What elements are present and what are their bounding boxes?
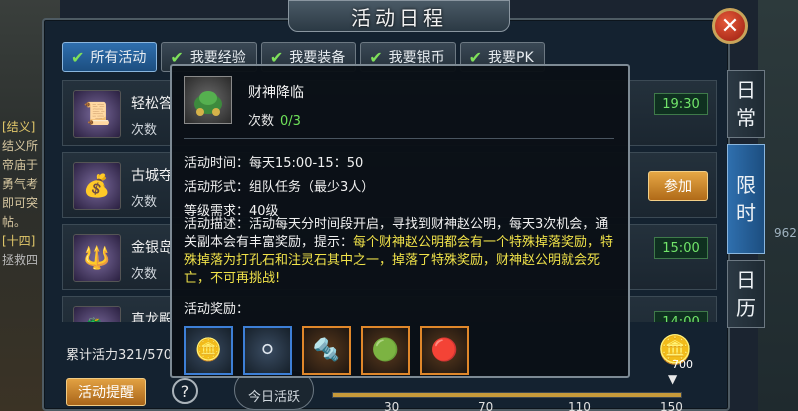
side-tab-label: 日 历 xyxy=(736,268,756,320)
reward-value: 700 xyxy=(672,358,693,371)
milestone-label: 110 xyxy=(568,400,591,411)
activity-tooltip: 财神降临 次数 0/3 活动时间：每天15:00-15：50 活动形式：组队任务（… xyxy=(170,64,630,378)
join-button[interactable]: 参加 xyxy=(648,171,708,201)
activity-time: 14:00 xyxy=(654,311,708,322)
red-orb-icon[interactable]: 🔴 xyxy=(420,326,469,375)
edge-number: 962 xyxy=(774,226,797,240)
tooltip-rewards-label: 活动奖励： xyxy=(184,302,250,317)
chat-line: 拯救四 xyxy=(2,253,39,267)
activity-name: 古城夺 xyxy=(131,168,173,184)
quiz-icon: 📜 xyxy=(73,90,121,138)
silver-coin-icon[interactable]: ⚪ xyxy=(243,326,292,375)
tooltip-form: 活动形式：组队任务（最少3人） xyxy=(184,180,375,195)
side-tab-calendar[interactable]: 日 历 xyxy=(727,260,765,328)
tooltip-count: 次数 0/3 xyxy=(248,110,301,129)
chevron-down-icon: ▼ xyxy=(668,372,678,386)
coin-stack-icon[interactable]: 🪙 xyxy=(184,326,233,375)
milestone-label: 30 xyxy=(384,400,400,411)
chat-log: [结义] 结义所 帝庙于 勇气考 即可突 帖。 [十四] 拯救四 xyxy=(2,118,42,270)
milestone-label: 150 xyxy=(660,400,683,411)
window-title-text: 活动日程 xyxy=(351,5,447,30)
milestone-label: 70 xyxy=(478,400,494,411)
chat-line: [结义] xyxy=(2,120,36,134)
window-title: 活动日程 xyxy=(288,0,510,32)
vitality-progress-fill xyxy=(333,393,681,397)
chat-line: 即可突 xyxy=(2,196,39,210)
activity-name: 金银岛 xyxy=(131,240,173,256)
jade-orb-icon[interactable]: 🟢 xyxy=(361,326,410,375)
chat-line: 帝庙于 xyxy=(2,158,39,172)
reward-items: 🪙 ⚪ 🔩 🟢 🔴 xyxy=(184,326,469,375)
side-tab-limited[interactable]: 限 时 xyxy=(727,144,765,254)
close-button[interactable]: ✕ xyxy=(712,8,748,44)
jade-sack-icon xyxy=(184,76,232,124)
vitality-progress-bar xyxy=(332,392,682,398)
tooltip-title: 财神降临 xyxy=(248,85,304,101)
activity-name: 轻松答 xyxy=(131,96,173,112)
activity-count: 次数 xyxy=(131,195,158,210)
dragon-icon: 🐉 xyxy=(73,306,121,322)
chat-line: 帖。 xyxy=(2,215,27,229)
activity-count: 次数 xyxy=(131,267,158,282)
tab-all-activities[interactable]: ✔ 所有活动 xyxy=(62,42,158,72)
tooltip-count-label: 次数 xyxy=(248,114,275,129)
jade-sack-icon: 💰 xyxy=(73,162,121,210)
side-tabs: 日 常 限 时 日 历 xyxy=(727,70,765,334)
activity-count: 次数 xyxy=(131,123,158,138)
activity-name: 真龙殿 xyxy=(131,312,173,322)
chat-line: 勇气考 xyxy=(2,177,39,191)
drill-stone-icon[interactable]: 🔩 xyxy=(302,326,351,375)
close-icon: ✕ xyxy=(720,13,740,39)
tab-label: 所有活动 xyxy=(90,50,147,66)
check-icon: ✔ xyxy=(71,47,85,67)
divider xyxy=(184,138,614,139)
side-tab-label: 日 常 xyxy=(736,78,756,130)
activity-time: 19:30 xyxy=(654,93,708,115)
tooltip-count-value: 0/3 xyxy=(280,114,301,129)
side-tab-daily[interactable]: 日 常 xyxy=(727,70,765,138)
activity-reminder-button[interactable]: 活动提醒 xyxy=(66,378,146,406)
help-button[interactable]: ? xyxy=(172,378,198,404)
tooltip-description: 活动描述：活动每天分时间段开启，寻找到财神赵公明，每天3次机会，通关副本会有丰富… xyxy=(184,216,614,288)
scepter-icon: 🔱 xyxy=(73,234,121,282)
vitality-total: 累计活力321/570 xyxy=(66,348,173,363)
jade-sack-svg xyxy=(194,91,222,116)
chat-line: 结义所 xyxy=(2,139,39,153)
tooltip-time: 活动时间：每天15:00-15：50 xyxy=(184,156,364,171)
activity-time: 15:00 xyxy=(654,237,708,259)
chat-line: [十四] xyxy=(2,234,36,248)
side-tab-label: 限 时 xyxy=(736,173,756,225)
